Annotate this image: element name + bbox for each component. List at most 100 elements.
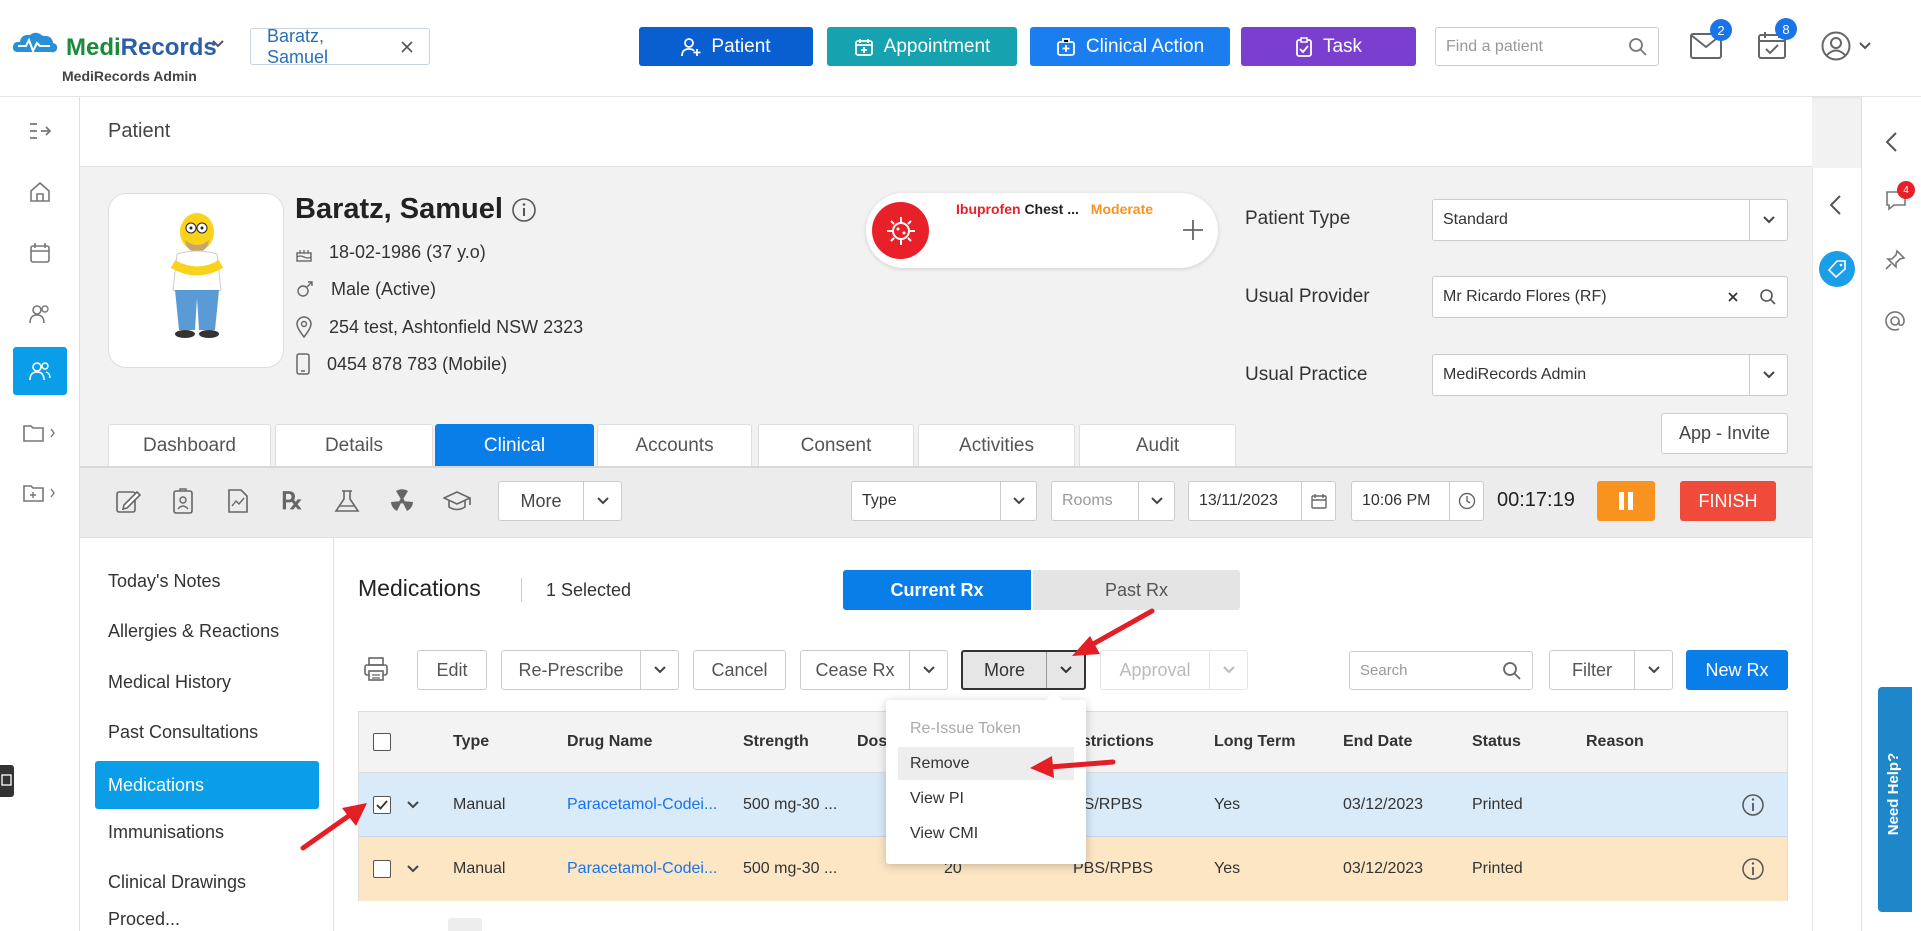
nav-medications[interactable]: Medications — [95, 761, 319, 809]
chevron-down-icon[interactable] — [1138, 482, 1174, 520]
col-strength[interactable]: Strength — [743, 712, 809, 772]
rooms-select[interactable]: Rooms — [1051, 481, 1175, 521]
collapse-panel-chevron-icon[interactable] — [1884, 131, 1898, 153]
contacts-icon[interactable] — [13, 290, 67, 338]
app-logo[interactable]: MediRecords — [66, 34, 217, 62]
tab-dashboard[interactable]: Dashboard — [108, 424, 271, 466]
pin-icon[interactable] — [1884, 249, 1906, 271]
search-icon[interactable] — [1502, 661, 1522, 681]
menu-item-view-pi[interactable]: View PI — [898, 782, 1074, 815]
new-rx-button[interactable]: New Rx — [1686, 650, 1788, 690]
info-icon[interactable] — [1741, 837, 1765, 901]
folder-add-icon[interactable] — [13, 469, 67, 517]
chevron-down-icon[interactable] — [1209, 651, 1247, 689]
expand-row-chevron-icon[interactable] — [407, 837, 419, 901]
close-icon[interactable] — [401, 40, 413, 53]
time-input[interactable]: 10:06 PM — [1351, 481, 1484, 521]
tab-clinical[interactable]: Clinical — [435, 424, 594, 466]
expand-menu-icon[interactable] — [13, 107, 67, 155]
task-button[interactable]: Task — [1241, 27, 1416, 66]
cease-rx-dropdown[interactable]: Cease Rx — [800, 650, 948, 690]
col-dose[interactable]: Dos — [857, 712, 887, 772]
need-help-tab[interactable]: Need Help? — [1878, 687, 1912, 912]
patients-icon[interactable] — [13, 347, 67, 395]
tab-details[interactable]: Details — [275, 424, 433, 466]
col-reason[interactable]: Reason — [1586, 712, 1644, 772]
tab-audit[interactable]: Audit — [1079, 424, 1236, 466]
col-end-date[interactable]: End Date — [1343, 712, 1412, 772]
appointment-button[interactable]: Appointment — [827, 27, 1017, 66]
nav-past-consultations[interactable]: Past Consultations — [95, 708, 319, 756]
info-icon[interactable] — [511, 197, 537, 223]
col-drug-name[interactable]: Drug Name — [567, 712, 652, 772]
patient-type-select[interactable]: Standard — [1432, 199, 1788, 241]
clock-icon[interactable] — [1449, 482, 1483, 520]
chevron-down-icon[interactable] — [1749, 200, 1787, 240]
more-actions-dropdown[interactable]: More — [961, 650, 1086, 690]
radiation-icon[interactable] — [382, 483, 422, 519]
calendar-icon[interactable] — [1301, 482, 1335, 520]
nav-todays-notes[interactable]: Today's Notes — [95, 557, 319, 605]
mention-icon[interactable] — [1884, 310, 1906, 332]
search-icon[interactable] — [1628, 37, 1648, 57]
cell-drug-name-link[interactable]: Paracetamol-Codei... — [567, 773, 717, 836]
clinical-action-button[interactable]: Clinical Action — [1030, 27, 1230, 66]
menu-item-reissue-token[interactable]: Re-Issue Token — [886, 712, 1086, 745]
col-long-term[interactable]: Long Term — [1214, 712, 1295, 772]
home-icon[interactable] — [13, 168, 67, 216]
tab-accounts[interactable]: Accounts — [597, 424, 752, 466]
represcribe-dropdown[interactable]: Re-Prescribe — [501, 650, 679, 690]
clear-icon[interactable] — [1717, 292, 1749, 302]
patient-button[interactable]: Patient — [639, 27, 813, 66]
expand-row-chevron-icon[interactable] — [407, 773, 419, 836]
nav-immunisations[interactable]: Immunisations — [95, 808, 319, 856]
nav-clinical-drawings[interactable]: Clinical Drawings — [95, 858, 319, 906]
chevron-down-icon[interactable] — [640, 651, 678, 689]
cell-drug-name-link[interactable]: Paracetamol-Codei... — [567, 837, 717, 901]
filter-dropdown[interactable]: Filter — [1549, 650, 1673, 690]
type-select[interactable]: Type — [851, 481, 1037, 521]
nav-medical-history[interactable]: Medical History — [95, 658, 319, 706]
user-menu[interactable] — [1821, 31, 1871, 61]
add-allergy-plus-icon[interactable] — [1182, 219, 1204, 241]
chevron-down-icon[interactable] — [1000, 482, 1036, 520]
allergy-alert-card[interactable]: Ibuprofen Chest ... Moderate — [866, 193, 1218, 268]
side-widget-tab[interactable] — [0, 765, 14, 797]
toolbar-more-dropdown[interactable]: More — [498, 481, 622, 521]
search-icon[interactable] — [1749, 288, 1787, 306]
folder-icon[interactable] — [13, 409, 67, 457]
pause-button[interactable] — [1597, 481, 1655, 521]
col-type[interactable]: Type — [453, 712, 489, 772]
open-patient-chip[interactable]: Baratz, Samuel — [250, 26, 430, 67]
medication-search-input[interactable]: Search — [1349, 651, 1533, 690]
row-checkbox[interactable] — [373, 837, 391, 901]
usual-practice-select[interactable]: MediRecords Admin — [1432, 354, 1788, 396]
row-checkbox-checked[interactable] — [373, 773, 391, 836]
tab-activities[interactable]: Activities — [918, 424, 1075, 466]
chevron-down-icon[interactable] — [583, 482, 621, 520]
id-badge-icon[interactable] — [163, 483, 203, 519]
past-rx-toggle[interactable]: Past Rx — [1033, 570, 1240, 610]
chevron-down-icon[interactable] — [909, 651, 947, 689]
tag-icon[interactable] — [1819, 251, 1855, 287]
current-rx-toggle[interactable]: Current Rx — [843, 570, 1031, 610]
print-icon[interactable] — [363, 656, 389, 682]
col-status[interactable]: Status — [1472, 712, 1521, 772]
collapse-side-chevron-icon[interactable] — [1828, 194, 1842, 216]
prescription-rx-icon[interactable]: ℞ — [272, 483, 312, 519]
nav-allergies-reactions[interactable]: Allergies & Reactions — [95, 607, 319, 655]
patient-photo[interactable] — [108, 193, 284, 368]
chart-document-icon[interactable] — [218, 483, 258, 519]
select-all-checkbox[interactable] — [373, 712, 391, 772]
cancel-button[interactable]: Cancel — [693, 650, 786, 690]
menu-item-view-cmi[interactable]: View CMI — [898, 817, 1074, 850]
app-invite-button[interactable]: App - Invite — [1661, 413, 1788, 454]
edit-button[interactable]: Edit — [417, 650, 487, 690]
info-icon[interactable] — [1741, 773, 1765, 836]
approval-dropdown[interactable]: Approval — [1100, 650, 1248, 690]
chevron-down-icon[interactable] — [1634, 651, 1672, 689]
chevron-down-icon[interactable] — [1046, 652, 1084, 688]
date-input[interactable]: 13/11/2023 — [1188, 481, 1336, 521]
pagination-button[interactable] — [448, 918, 482, 931]
menu-item-remove[interactable]: Remove — [898, 747, 1074, 780]
